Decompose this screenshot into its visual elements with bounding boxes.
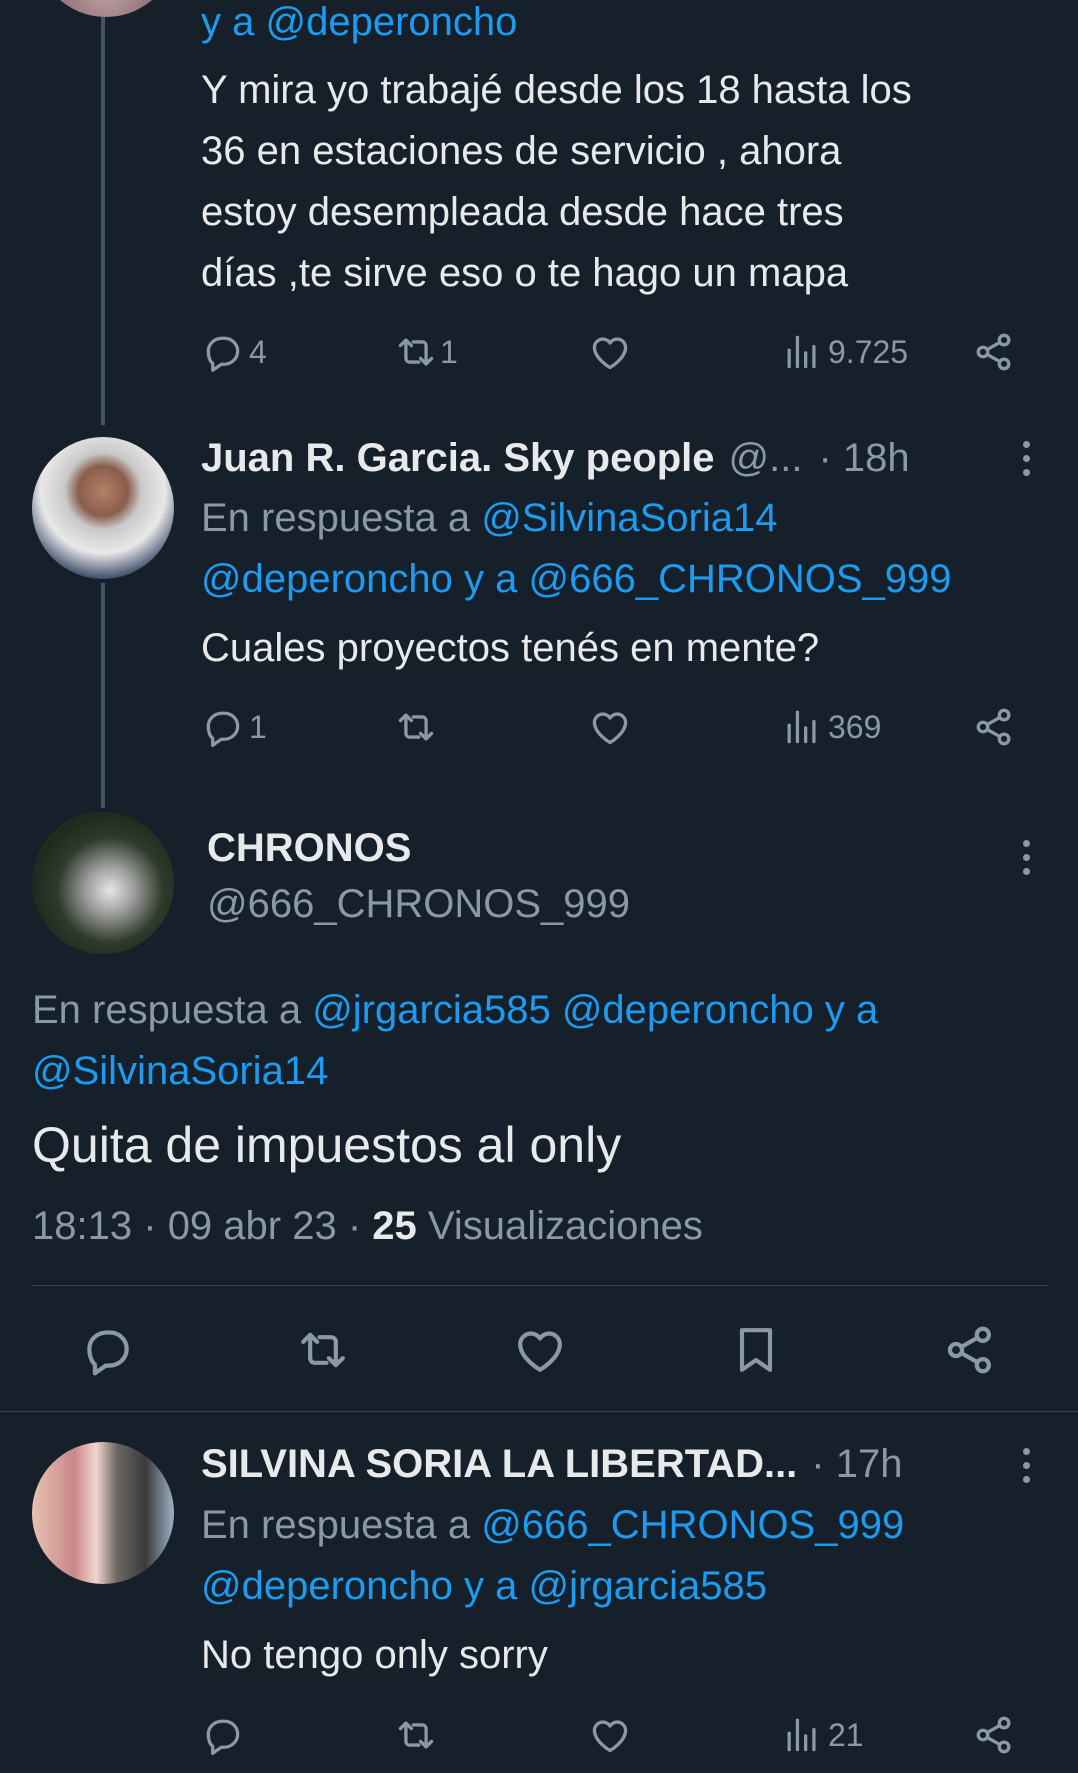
reply-count: 4 xyxy=(249,333,267,370)
share-icon xyxy=(972,330,1016,374)
mention-link[interactable]: @deperoncho xyxy=(201,557,453,601)
reply-icon xyxy=(201,705,245,749)
divider xyxy=(0,1411,1078,1412)
timestamp[interactable]: · 17h xyxy=(811,1442,902,1487)
thread-line xyxy=(101,0,105,425)
mention-conjunction: y a xyxy=(824,988,879,1032)
mention-conjunction: y a xyxy=(464,1564,518,1608)
handle[interactable]: @666_CHRONOS_999 xyxy=(207,882,630,927)
views-number: 25 xyxy=(372,1204,417,1248)
share-button[interactable] xyxy=(972,705,1016,749)
meta-separator: · xyxy=(347,1204,362,1248)
divider xyxy=(32,1285,1048,1286)
reply-button[interactable]: 4 xyxy=(201,330,267,374)
like-icon xyxy=(588,705,632,749)
reply-context: En respuesta a @jrgarcia585 @deperoncho … xyxy=(32,980,878,1041)
tweet-header: Juan R. Garcia. Sky people @... · 18h xyxy=(201,428,910,488)
tweet-text: No tengo only sorry xyxy=(201,1633,548,1677)
reply-context: @deperoncho y a @jrgarcia585 xyxy=(201,1556,767,1617)
avatar[interactable] xyxy=(32,1442,174,1584)
avatar[interactable] xyxy=(32,812,174,954)
mention-conjunction: y a xyxy=(464,557,518,601)
share-icon xyxy=(942,1322,998,1378)
views-button[interactable]: 369 xyxy=(780,705,881,749)
views-button[interactable]: 21 xyxy=(780,1713,864,1757)
mention-link[interactable]: @deperoncho xyxy=(562,988,814,1032)
share-icon xyxy=(972,1713,1016,1757)
timestamp[interactable]: · 18h xyxy=(819,436,910,481)
display-name[interactable]: CHRONOS xyxy=(207,826,411,871)
handle[interactable]: @... xyxy=(729,436,803,481)
like-button[interactable] xyxy=(588,1713,632,1757)
retweet-icon xyxy=(394,1713,438,1757)
tweet-time[interactable]: 18:13 xyxy=(32,1204,132,1248)
share-icon xyxy=(972,705,1016,749)
reply-prefix: En respuesta a xyxy=(201,1503,471,1547)
retweet-button[interactable] xyxy=(295,1322,351,1378)
share-button[interactable] xyxy=(972,330,1016,374)
more-icon[interactable] xyxy=(1022,441,1032,483)
mention-link[interactable]: @666_CHRONOS_999 xyxy=(529,557,952,601)
views-count: 369 xyxy=(828,708,882,745)
mention-link[interactable]: @666_CHRONOS_999 xyxy=(481,1503,904,1547)
reply-icon xyxy=(201,1713,245,1757)
like-button[interactable] xyxy=(512,1322,568,1378)
avatar[interactable] xyxy=(32,437,174,579)
mention-link[interactable]: @SilvinaSoria14 xyxy=(481,496,777,540)
thread-line xyxy=(101,583,105,808)
mention-link[interactable]: @jrgarcia585 xyxy=(312,988,551,1032)
reply-mentions[interactable]: y a @deperoncho xyxy=(201,0,517,53)
tweet-header: SILVINA SORIA LA LIBERTAD... · 17h xyxy=(201,1434,902,1494)
reply-button[interactable]: 1 xyxy=(201,705,267,749)
retweet-count: 1 xyxy=(440,333,458,370)
retweet-button[interactable] xyxy=(394,705,438,749)
like-icon xyxy=(512,1322,568,1378)
reply-context: En respuesta a @SilvinaSoria14 xyxy=(201,488,778,549)
tweet-meta: 18:13 · 09 abr 23 · 25 Visualizaciones xyxy=(32,1198,703,1254)
views-count: 9.725 xyxy=(828,333,909,370)
avatar[interactable] xyxy=(35,0,177,17)
bookmark-icon xyxy=(728,1322,784,1378)
display-name[interactable]: SILVINA SORIA LA LIBERTAD... xyxy=(201,1442,797,1487)
reply-context: @deperoncho y a @666_CHRONOS_999 xyxy=(201,549,952,610)
bookmark-button[interactable] xyxy=(728,1322,784,1378)
like-button[interactable] xyxy=(588,330,632,374)
reply-context: En respuesta a @666_CHRONOS_999 xyxy=(201,1495,904,1556)
more-icon[interactable] xyxy=(1022,1448,1032,1490)
tweet-text: Cuales proyectos tenés en mente? xyxy=(201,626,820,670)
share-button[interactable] xyxy=(972,1713,1016,1757)
share-button[interactable] xyxy=(942,1322,998,1378)
reply-prefix: En respuesta a xyxy=(32,988,302,1032)
thread-page: y a @deperoncho Y mira yo trabajé desde … xyxy=(0,0,1078,1773)
more-icon[interactable] xyxy=(1022,840,1032,882)
like-button[interactable] xyxy=(588,705,632,749)
views-icon xyxy=(780,1713,824,1757)
reply-button[interactable] xyxy=(80,1322,136,1378)
views-label[interactable]: Visualizaciones xyxy=(428,1204,703,1248)
display-name[interactable]: Juan R. Garcia. Sky people xyxy=(201,436,715,481)
reply-icon xyxy=(80,1322,136,1378)
reply-prefix: En respuesta a xyxy=(201,496,471,540)
like-icon xyxy=(588,1713,632,1757)
retweet-button[interactable]: 1 xyxy=(394,330,458,374)
views-icon xyxy=(780,330,824,374)
retweet-icon xyxy=(295,1322,351,1378)
reply-button[interactable] xyxy=(201,1713,245,1757)
views-icon xyxy=(780,705,824,749)
tweet-text: Y mira yo trabajé desde los 18 hasta los… xyxy=(201,68,912,295)
reply-icon xyxy=(201,330,245,374)
retweet-icon xyxy=(394,330,438,374)
tweet-text: Quita de impuestos al only xyxy=(32,1117,622,1173)
views-button[interactable]: 9.725 xyxy=(780,330,908,374)
mention-link[interactable]: @SilvinaSoria14 xyxy=(32,1041,328,1102)
like-icon xyxy=(588,330,632,374)
mention-link[interactable]: @jrgarcia585 xyxy=(529,1564,768,1608)
mention-link[interactable]: @deperoncho xyxy=(201,1564,453,1608)
reply-count: 1 xyxy=(249,708,267,745)
tweet-date[interactable]: 09 abr 23 xyxy=(168,1204,337,1248)
views-count: 21 xyxy=(828,1716,864,1753)
retweet-icon xyxy=(394,705,438,749)
retweet-button[interactable] xyxy=(394,1713,438,1757)
meta-separator: · xyxy=(143,1204,157,1248)
